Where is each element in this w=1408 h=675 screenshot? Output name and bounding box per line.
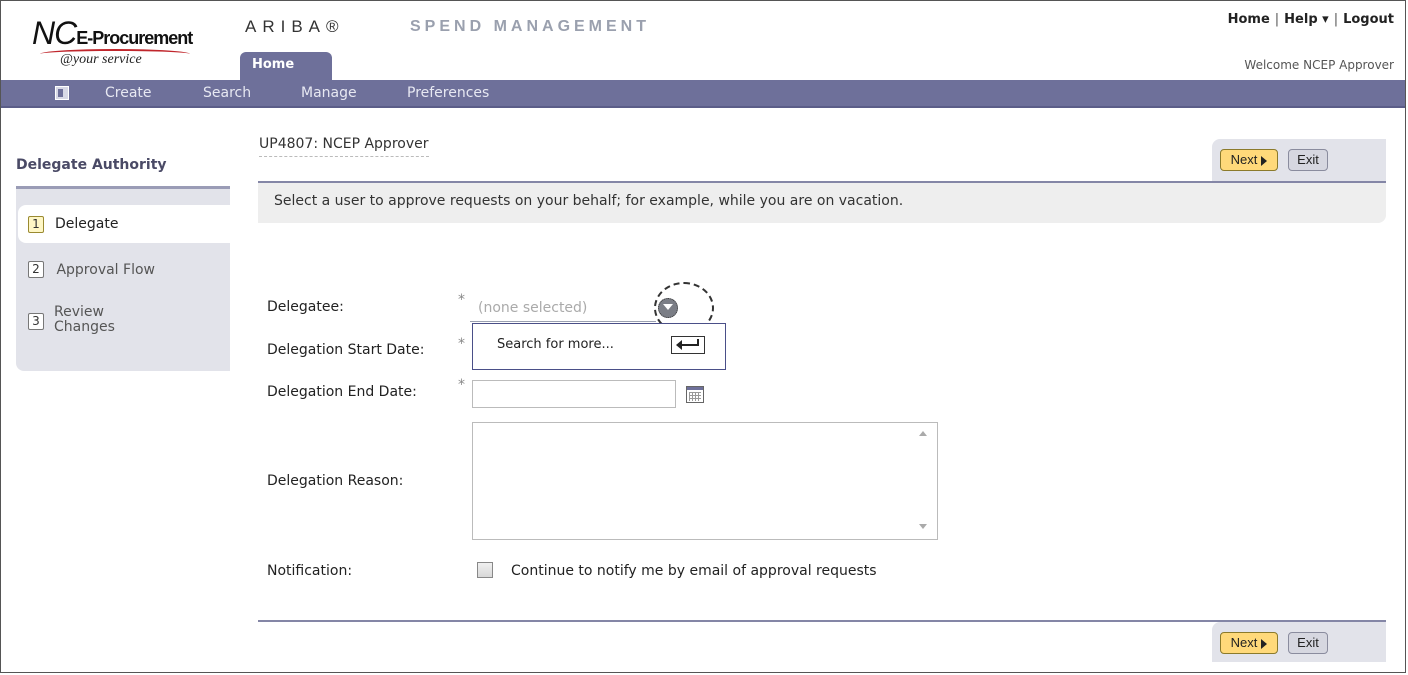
delegatee-input[interactable]: (none selected) [478, 300, 587, 316]
notify-checkbox[interactable] [477, 562, 493, 578]
enter-key-icon[interactable] [671, 336, 705, 354]
step-label: Review Changes [54, 304, 115, 335]
delegatee-label: Delegatee: [267, 299, 344, 315]
reason-label: Delegation Reason: [267, 473, 404, 489]
logo-tagline: @your service [60, 52, 142, 67]
required-marker: * [458, 292, 465, 308]
top-links: Home | Help ▾ | Logout [1227, 12, 1394, 27]
end-date-input[interactable] [472, 380, 676, 408]
exit-button[interactable]: Exit [1288, 632, 1328, 654]
nav-preferences[interactable]: Preferences [407, 85, 489, 101]
tab-home[interactable]: Home [240, 52, 332, 80]
exit-button[interactable]: Exit [1288, 149, 1328, 171]
logout-link[interactable]: Logout [1343, 12, 1394, 27]
required-marker: * [458, 336, 465, 352]
nc-eprocurement-logo[interactable]: NCE-Procurement @your service [32, 15, 193, 67]
reason-textarea[interactable] [472, 422, 938, 540]
delegatee-dropdown-menu: Search for more... [472, 323, 726, 370]
page-title: UP4807: NCEP Approver [259, 136, 429, 157]
nav-create[interactable]: Create [105, 85, 152, 101]
arrow-right-icon [1261, 155, 1268, 166]
nav-search[interactable]: Search [203, 85, 251, 101]
notification-label: Notification: [267, 563, 353, 579]
instruction-text: Select a user to approve requests on you… [258, 183, 1386, 223]
bottom-action-bar: Next Exit [1212, 622, 1386, 662]
step-label: Delegate [55, 216, 119, 232]
start-date-label: Delegation Start Date: [267, 342, 425, 358]
step-number: 2 [28, 261, 44, 278]
scroll-down-icon[interactable] [919, 524, 927, 529]
search-for-more-option[interactable]: Search for more... [497, 337, 614, 352]
ariba-logo: ARIBA® [245, 17, 345, 36]
main-navbar: Create Search Manage Preferences [1, 80, 1405, 108]
logo-nc: NC [32, 15, 77, 51]
notify-checkbox-label[interactable]: Continue to notify me by email of approv… [511, 563, 877, 579]
next-button[interactable]: Next [1220, 632, 1278, 654]
spend-management-title: SPEND MANAGEMENT [410, 18, 651, 35]
help-menu-link[interactable]: Help ▾ [1284, 12, 1329, 27]
calendar-icon[interactable] [686, 386, 704, 403]
sidebar-step-delegate[interactable]: 1 Delegate [18, 205, 230, 243]
top-action-bar: Next Exit [1212, 139, 1386, 181]
dashboard-icon[interactable] [55, 86, 69, 100]
nav-manage[interactable]: Manage [301, 85, 357, 101]
arrow-right-icon [1261, 638, 1268, 649]
step-label: Approval Flow [56, 261, 155, 278]
step-number: 3 [28, 313, 44, 330]
logo-eprocurement: E-Procurement [76, 28, 193, 48]
end-date-label: Delegation End Date: [267, 384, 417, 400]
step-number: 1 [28, 216, 44, 233]
sidebar-title: Delegate Authority [16, 157, 167, 173]
home-link[interactable]: Home [1228, 12, 1270, 27]
required-marker: * [458, 377, 465, 393]
welcome-message: Welcome NCEP Approver [1244, 58, 1394, 72]
scroll-up-icon[interactable] [919, 431, 927, 436]
next-button[interactable]: Next [1220, 149, 1278, 171]
sidebar-step-approval-flow[interactable]: 2 Approval Flow [28, 261, 155, 278]
